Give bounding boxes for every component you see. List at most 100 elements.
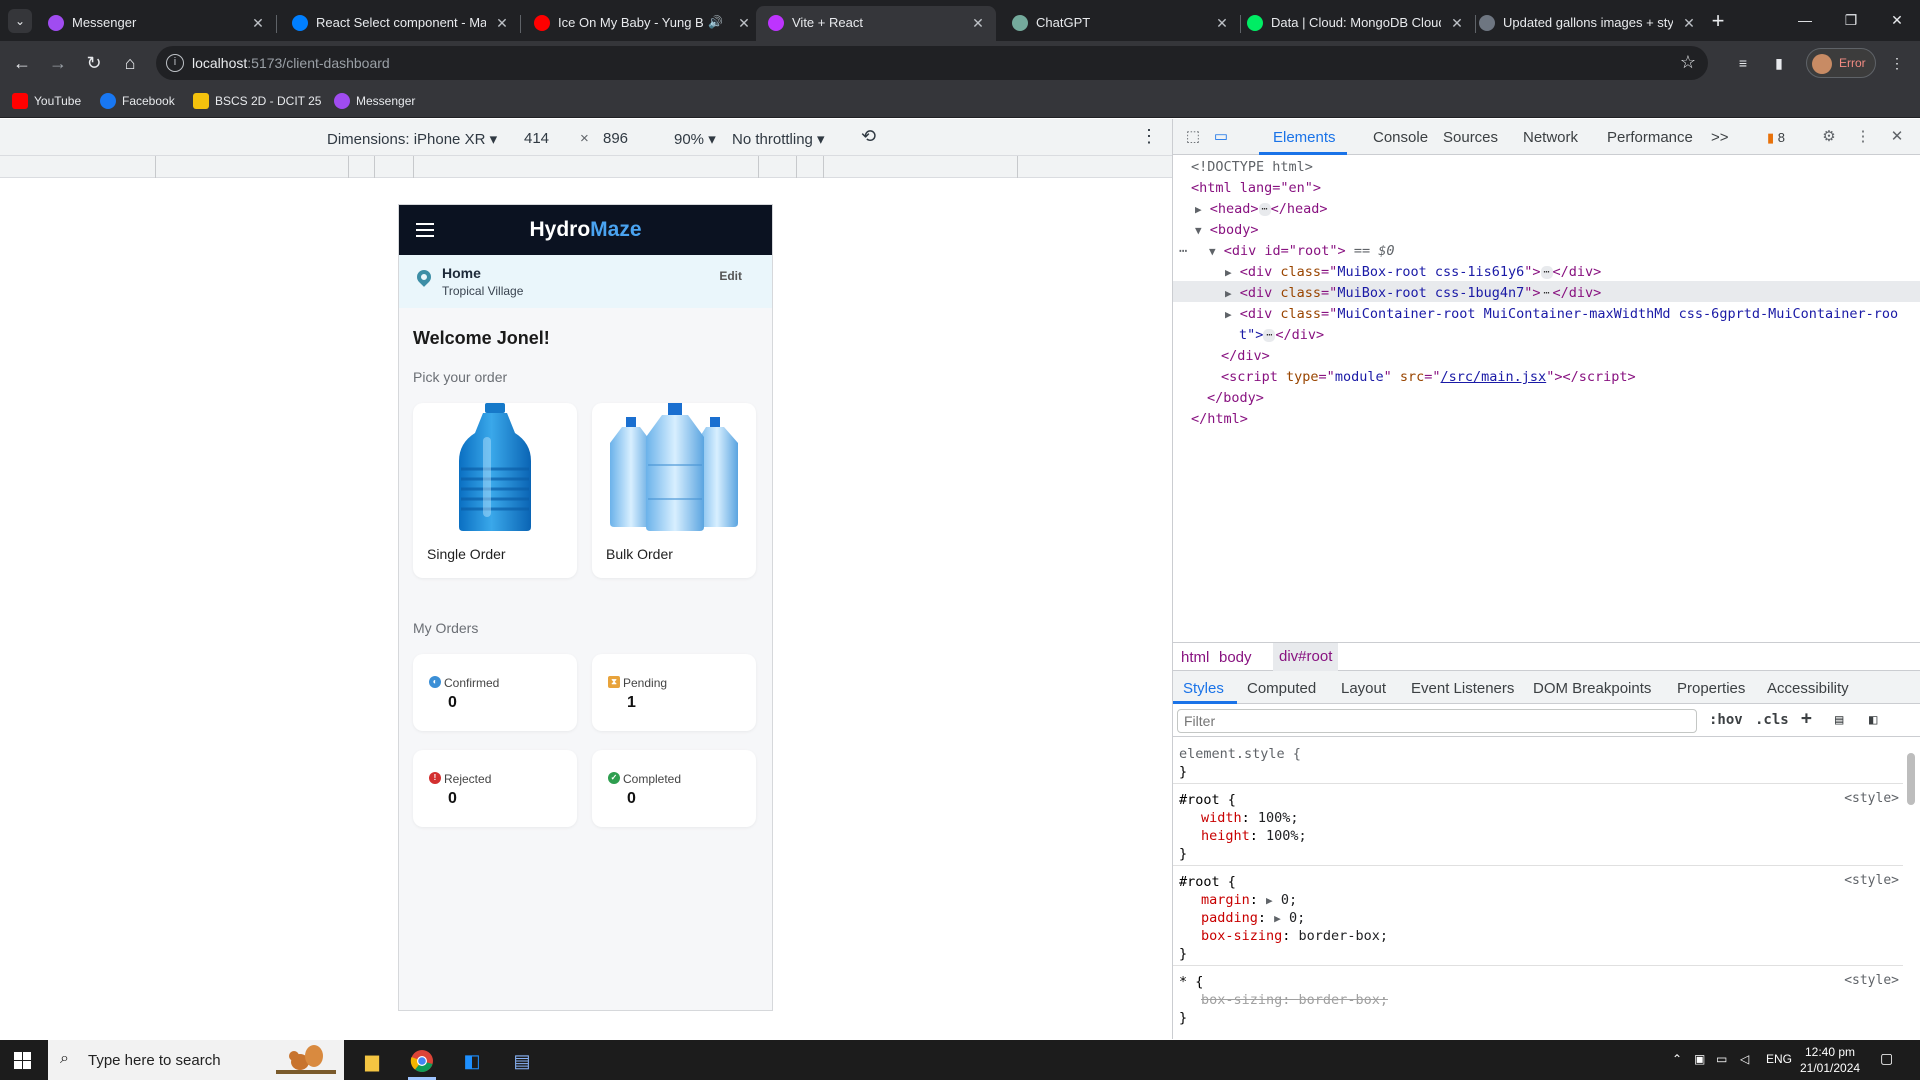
crumb-html[interactable]: html	[1181, 649, 1209, 666]
status-card-confirmed[interactable]: ◐ Confirmed 0	[413, 654, 577, 731]
toggle-sidebar-icon[interactable]: ◧	[1869, 712, 1877, 728]
browser-tab[interactable]: Ice On My Baby - Yung Bleu ✕ 🔊	[522, 6, 762, 41]
close-tab-icon[interactable]: ✕	[1447, 13, 1467, 33]
device-width-input[interactable]: 414	[524, 130, 549, 147]
body-close-node[interactable]: </body>	[1207, 388, 1264, 409]
close-devtools-icon[interactable]: ✕	[1887, 127, 1907, 147]
root-rule-selector-2[interactable]: #root {	[1179, 873, 1236, 891]
doctype-node[interactable]: <!DOCTYPE html>	[1191, 157, 1313, 178]
crumb-root[interactable]: div#root	[1273, 643, 1339, 671]
html-node[interactable]: <html lang="en">	[1191, 178, 1321, 199]
tab-event-listeners[interactable]: Event Listeners	[1411, 680, 1514, 697]
bulk-order-card[interactable]: Bulk Order	[592, 403, 756, 578]
tab-search-icon[interactable]: ≡	[1732, 52, 1754, 74]
browser-tab[interactable]: Updated gallons images + styli ✕	[1467, 6, 1707, 41]
windows-start-icon[interactable]	[14, 1052, 31, 1069]
bookmark-facebook[interactable]: Facebook	[100, 93, 175, 111]
chrome-icon[interactable]	[400, 1044, 444, 1080]
throttling-select[interactable]: No throttling ▾	[732, 130, 825, 148]
styles-scrollbar[interactable]	[1906, 743, 1916, 1033]
forward-icon[interactable]: →	[44, 49, 72, 77]
device-icon[interactable]: ▣	[1694, 1052, 1705, 1066]
tab-properties[interactable]: Properties	[1677, 680, 1745, 697]
browser-menu-icon[interactable]: ⋮	[1886, 52, 1908, 74]
script-node[interactable]: <script type="module" src="/src/main.jsx…	[1221, 367, 1636, 388]
prop-box-sizing-overridden[interactable]: box-sizing: border-box;	[1201, 991, 1388, 1009]
root-node[interactable]: ▼ <div id="root"> == $0	[1209, 241, 1394, 262]
close-tab-icon[interactable]: ✕	[492, 13, 512, 33]
device-toggle-icon[interactable]: ▭	[1211, 127, 1231, 147]
browser-tab[interactable]: ChatGPT ✕	[1000, 6, 1241, 41]
tab-sources[interactable]: Sources	[1443, 129, 1498, 146]
zoom-select[interactable]: 90% ▾	[674, 130, 716, 148]
tab-console[interactable]: Console	[1373, 129, 1428, 146]
file-explorer-icon[interactable]: ▆	[350, 1044, 394, 1078]
tab-elements[interactable]: Elements	[1273, 129, 1336, 146]
site-info-icon[interactable]: i	[166, 54, 184, 72]
language-indicator[interactable]: ENG	[1766, 1052, 1792, 1066]
media-query-bar[interactable]	[0, 156, 1172, 178]
device-dimensions-select[interactable]: Dimensions: iPhone XR ▾	[327, 130, 497, 148]
head-node[interactable]: ▶ <head> ⋯ </head>	[1195, 199, 1327, 220]
browser-tab[interactable]: Data | Cloud: MongoDB Cloud ✕	[1235, 6, 1476, 41]
single-order-card[interactable]: Single Order	[413, 403, 577, 578]
url-text[interactable]: localhost:5173/client-dashboard	[192, 55, 390, 71]
tab-search-button[interactable]: ⌄	[8, 9, 32, 33]
bookmark-star-icon[interactable]: ☆	[1680, 52, 1696, 73]
home-icon[interactable]: ⌂	[116, 49, 144, 77]
issues-badge[interactable]: ▮ 8	[1767, 130, 1785, 146]
audio-playing-icon[interactable]: 🔊	[708, 15, 723, 29]
child-node-3[interactable]: ▶ <div class="MuiContainer-root MuiConta…	[1225, 304, 1898, 325]
back-icon[interactable]: ←	[8, 49, 36, 77]
more-tabs-button[interactable]: >>	[1711, 129, 1729, 146]
side-panel-icon[interactable]: ▮	[1768, 52, 1790, 74]
hover-state-toggle[interactable]: :hov	[1709, 712, 1743, 728]
prop-box-sizing[interactable]: box-sizing: border-box;	[1201, 927, 1388, 945]
tab-performance[interactable]: Performance	[1607, 129, 1693, 146]
edit-location-button[interactable]: Edit	[719, 269, 742, 283]
rule-source-link[interactable]: <style>	[1844, 973, 1899, 988]
tray-overflow-icon[interactable]: ⌃	[1672, 1052, 1682, 1066]
rule-source-link[interactable]: <style>	[1844, 791, 1899, 806]
bookmark-bscs[interactable]: BSCS 2D - DCIT 25	[193, 93, 321, 111]
bookmark-messenger[interactable]: Messenger	[334, 93, 415, 111]
tab-layout[interactable]: Layout	[1341, 680, 1386, 697]
tab-network[interactable]: Network	[1523, 129, 1578, 146]
close-tab-icon[interactable]: ✕	[248, 13, 268, 33]
network-icon[interactable]: ▭	[1716, 1052, 1727, 1066]
root-close-node[interactable]: </div>	[1221, 346, 1270, 367]
taskbar-search[interactable]: ⌕ Type here to search	[48, 1040, 344, 1080]
profile-button[interactable]: Error	[1806, 48, 1876, 78]
bookmark-youtube[interactable]: YouTube	[12, 93, 81, 111]
script-src-link[interactable]: /src/main.jsx	[1441, 369, 1547, 385]
minimize-button[interactable]: —	[1782, 6, 1828, 34]
browser-tab[interactable]: React Select component - Mate ✕	[280, 6, 521, 41]
styles-filter-input[interactable]	[1177, 709, 1697, 733]
close-tab-icon[interactable]: ✕	[1212, 13, 1232, 33]
status-card-completed[interactable]: ✓ Completed 0	[592, 750, 756, 827]
tab-styles[interactable]: Styles	[1183, 680, 1224, 697]
crumb-body[interactable]: body	[1219, 649, 1252, 666]
reload-icon[interactable]: ↻	[80, 49, 108, 77]
prop-padding[interactable]: padding: ▶ 0;	[1201, 909, 1305, 927]
notifications-icon[interactable]: ▢	[1880, 1050, 1893, 1067]
element-style-selector[interactable]: element.style {	[1179, 745, 1301, 763]
close-tab-icon[interactable]: ✕	[968, 13, 988, 33]
vscode-icon[interactable]: ◧	[450, 1044, 494, 1078]
system-clock[interactable]: 12:40 pm 21/01/2024	[1800, 1044, 1860, 1076]
device-height-input[interactable]: 896	[603, 130, 628, 147]
status-card-pending[interactable]: ⧗ Pending 1	[592, 654, 756, 731]
devtools-menu-icon[interactable]: ⋮	[1853, 127, 1873, 147]
settings-icon[interactable]: ⚙	[1819, 127, 1839, 147]
inspect-element-icon[interactable]: ⬚	[1183, 127, 1203, 147]
close-window-button[interactable]: ✕	[1874, 6, 1920, 34]
universal-rule-selector[interactable]: * {	[1179, 973, 1203, 991]
browser-tab[interactable]: Messenger ✕	[36, 6, 277, 41]
html-close-node[interactable]: </html>	[1191, 409, 1248, 430]
close-tab-icon[interactable]: ✕	[1679, 13, 1699, 33]
close-tab-icon[interactable]: ✕	[734, 13, 754, 33]
status-card-rejected[interactable]: ! Rejected 0	[413, 750, 577, 827]
root-rule-selector[interactable]: #root {	[1179, 791, 1236, 809]
tab-accessibility[interactable]: Accessibility	[1767, 680, 1849, 697]
restore-button[interactable]: ❐	[1828, 6, 1874, 34]
